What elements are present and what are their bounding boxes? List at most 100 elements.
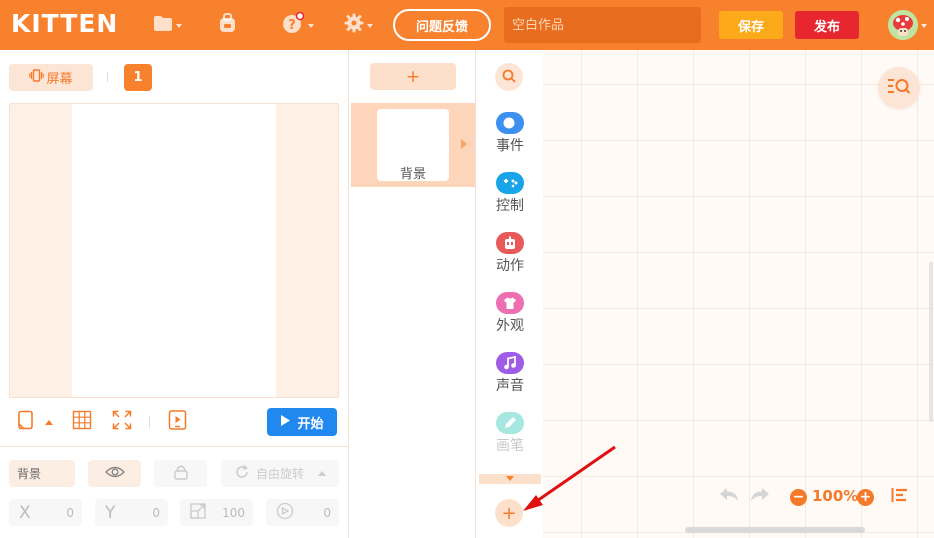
direction-icon: [276, 502, 294, 523]
triangle-up-icon: [45, 419, 53, 425]
block-search-button[interactable]: [495, 63, 523, 91]
divider: [149, 416, 150, 428]
visibility-toggle[interactable]: [88, 460, 141, 487]
grid-toggle[interactable]: [72, 410, 92, 434]
pen-icon: [496, 412, 524, 434]
category-pen[interactable]: 画笔: [477, 412, 543, 468]
stage-preview[interactable]: [9, 103, 339, 398]
app-logo: KITTEN: [11, 9, 119, 38]
add-sprite-button[interactable]: +: [370, 63, 456, 90]
category-label: 外观: [496, 318, 524, 334]
direction-field[interactable]: 0: [266, 499, 339, 526]
screen-page-button[interactable]: 1: [124, 64, 152, 91]
svg-text:?: ?: [288, 18, 296, 33]
fullscreen-button[interactable]: [112, 410, 132, 434]
settings-menu[interactable]: [344, 12, 373, 38]
caret-right-icon[interactable]: [461, 139, 467, 149]
category-label: 控制: [496, 198, 524, 214]
sprite-panel: + 背景: [350, 50, 476, 538]
category-label: 事件: [496, 138, 524, 154]
category-looks[interactable]: 外观: [477, 292, 543, 348]
y-label: Y: [105, 502, 116, 523]
plus-icon: +: [857, 488, 874, 506]
horizontal-scrollbar[interactable]: [685, 527, 865, 533]
lock-icon: [173, 464, 189, 483]
category-scroll-down[interactable]: [479, 474, 541, 484]
chevron-down-icon: [367, 24, 373, 28]
sprite-card-background[interactable]: 背景: [351, 103, 475, 187]
feedback-button[interactable]: 问题反馈: [393, 9, 491, 41]
phone-vibrate-icon: [29, 69, 45, 86]
category-control[interactable]: 控制: [477, 172, 543, 228]
fullscreen-icon: [112, 410, 132, 434]
redo-icon: [750, 487, 770, 507]
rotation-mode-select[interactable]: 自由旋转: [221, 460, 339, 487]
category-motion[interactable]: 动作: [477, 232, 543, 288]
category-events[interactable]: 事件: [477, 112, 543, 168]
device-preview-button[interactable]: [168, 409, 187, 435]
play-icon: [280, 414, 291, 431]
music-icon: [496, 352, 524, 374]
publish-button[interactable]: 发布: [795, 11, 859, 39]
stage-panel: 屏幕 1 开始 背景 自由旋转 X 0 Y 0 100 0: [0, 50, 349, 538]
chevron-down-icon: [176, 24, 182, 28]
arrange-blocks-button[interactable]: [891, 486, 909, 508]
category-sound[interactable]: 声音: [477, 352, 543, 408]
search-icon: [502, 68, 516, 87]
workspace-search-button[interactable]: [878, 67, 920, 109]
undo-icon: [719, 487, 739, 507]
grid-icon: [72, 410, 92, 434]
block-category-panel: 事件 控制 动作 外观 声音 画笔 +: [477, 50, 543, 538]
x-value: 0: [66, 505, 74, 520]
scale-icon: [190, 503, 206, 522]
category-label: 动作: [496, 258, 524, 274]
scale-field[interactable]: 100: [180, 499, 253, 526]
x-position-field[interactable]: X 0: [9, 499, 82, 526]
category-label: 画笔: [496, 438, 524, 454]
chevron-down-icon[interactable]: [921, 24, 927, 28]
stage-canvas[interactable]: [72, 104, 276, 397]
toggle-icon: [496, 112, 524, 134]
rotation-mode-label: 自由旋转: [255, 467, 304, 481]
code-workspace[interactable]: − 100% +: [543, 50, 934, 538]
eye-icon: [104, 465, 125, 482]
undo-button[interactable]: [719, 486, 739, 508]
start-button[interactable]: 开始: [267, 408, 337, 436]
screen-button[interactable]: 屏幕: [9, 64, 93, 91]
file-menu[interactable]: [153, 12, 182, 38]
lock-toggle[interactable]: [154, 460, 207, 487]
gamepad-icon: [496, 172, 524, 194]
avatar[interactable]: [888, 10, 918, 40]
backpack-button[interactable]: [218, 12, 237, 38]
sprite-label: 背景: [399, 167, 426, 182]
x-label: X: [19, 502, 31, 523]
rotate-icon: [234, 464, 250, 483]
redo-button[interactable]: [750, 486, 770, 508]
robot-icon: [496, 232, 524, 254]
search-list-icon: [887, 77, 911, 99]
device-preview-icon: [168, 409, 187, 435]
zoom-level: 100%: [812, 487, 859, 505]
y-position-field[interactable]: Y 0: [95, 499, 168, 526]
top-bar: KITTEN ? 问题反馈 保存 发布: [0, 0, 934, 50]
help-icon: ?: [281, 11, 305, 38]
project-title-input[interactable]: [504, 7, 701, 43]
add-extension-button[interactable]: +: [495, 499, 523, 527]
save-button[interactable]: 保存: [719, 11, 783, 39]
divider: [107, 72, 108, 82]
minus-icon: −: [790, 488, 807, 506]
triangle-up-icon: [318, 471, 326, 476]
backpack-icon: [218, 13, 237, 37]
align-left-icon: [891, 487, 909, 507]
vertical-scrollbar[interactable]: [929, 262, 933, 422]
zoom-out-button[interactable]: −: [790, 486, 807, 508]
triangle-down-icon: [506, 476, 514, 481]
zoom-in-button[interactable]: +: [857, 486, 874, 508]
folder-icon: [153, 15, 173, 36]
y-value: 0: [152, 505, 160, 520]
screen-label: 屏幕: [46, 72, 73, 87]
help-menu[interactable]: ?: [281, 11, 314, 38]
sprite-name-field[interactable]: 背景: [9, 460, 75, 487]
orientation-toggle[interactable]: [17, 410, 53, 433]
category-label: 声音: [496, 378, 524, 394]
